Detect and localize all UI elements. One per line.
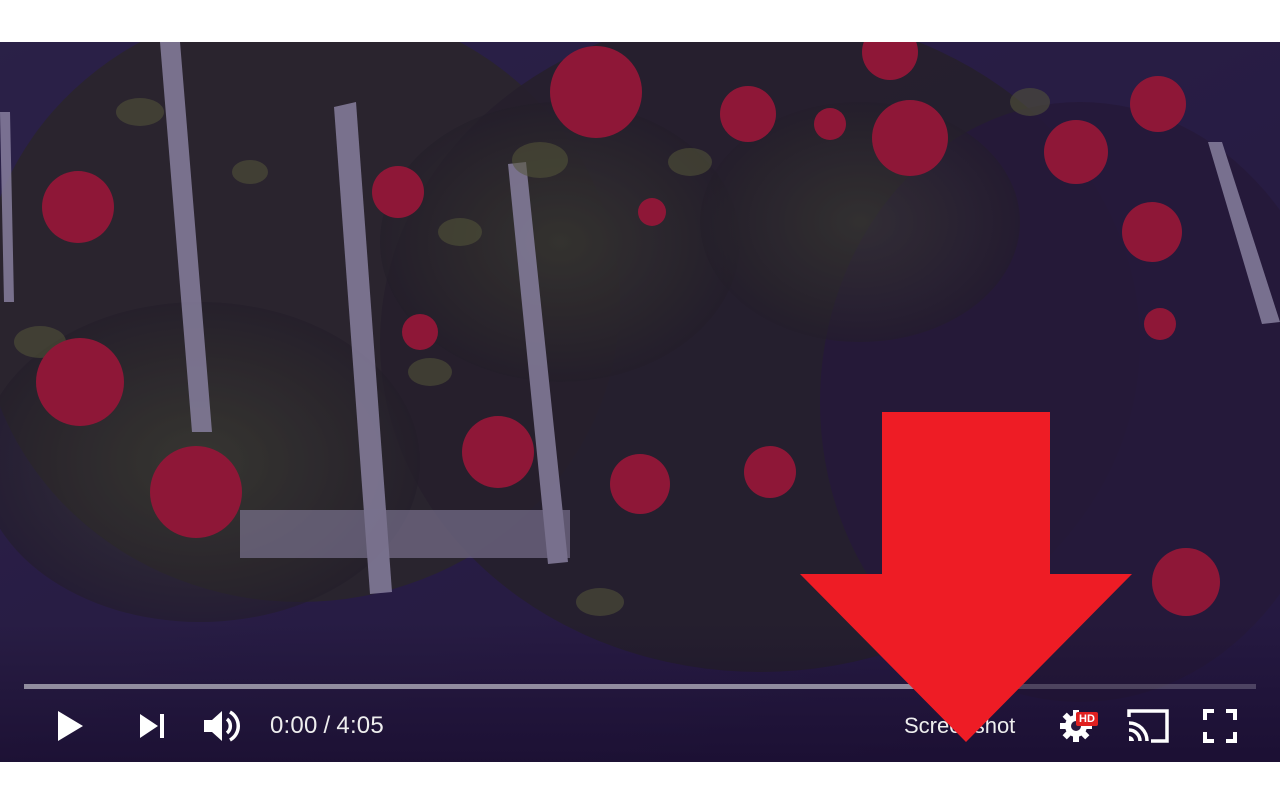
hd-badge: HD (1076, 712, 1098, 726)
progress-bar[interactable] (24, 684, 1256, 689)
next-icon (140, 714, 164, 738)
volume-icon (204, 710, 240, 742)
progress-loaded (24, 684, 985, 689)
video-frame[interactable] (0, 42, 1280, 762)
current-time: 0:00 (270, 712, 318, 739)
video-player[interactable]: 0:00 / 4:05 Screenshot HD (0, 42, 1280, 762)
video-frame-image (0, 42, 1280, 762)
fullscreen-button[interactable] (1196, 702, 1244, 750)
play-button[interactable] (46, 702, 94, 750)
cast-icon (1127, 709, 1169, 743)
time-separator: / (323, 712, 331, 739)
fullscreen-icon (1203, 709, 1237, 743)
cast-button[interactable] (1122, 702, 1174, 750)
duration: 4:05 (336, 712, 384, 739)
volume-button[interactable] (198, 702, 246, 750)
time-display: 0:00 / 4:05 (270, 702, 384, 750)
player-controls: 0:00 / 4:05 Screenshot (0, 702, 1280, 750)
play-icon (58, 711, 83, 741)
next-button[interactable] (128, 702, 176, 750)
screenshot-button[interactable]: Screenshot (904, 702, 1015, 750)
settings-button[interactable] (1052, 702, 1100, 750)
